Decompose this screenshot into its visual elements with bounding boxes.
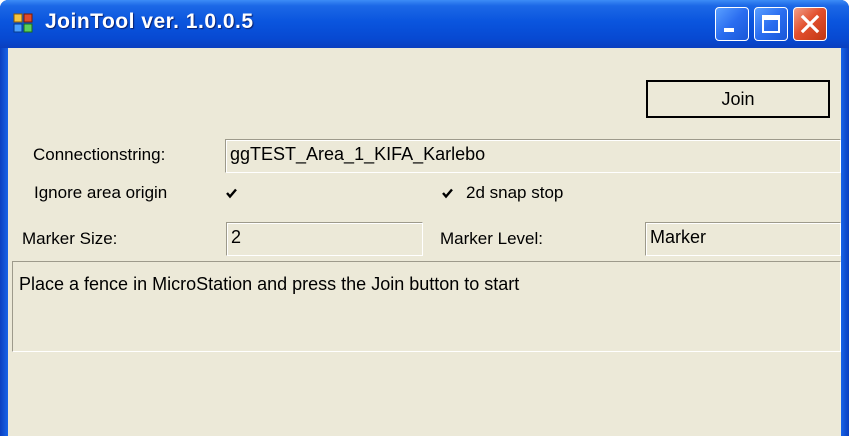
marker-level-label: Marker Level: bbox=[440, 229, 543, 248]
ignore-area-origin-checkbox[interactable] bbox=[225, 187, 238, 200]
ignore-area-origin-label: Ignore area origin bbox=[34, 183, 168, 202]
maximize-button[interactable] bbox=[754, 7, 788, 41]
maximize-icon bbox=[762, 15, 780, 33]
connectionstring-label: Connectionstring: bbox=[33, 145, 166, 164]
join-button[interactable]: Join bbox=[646, 80, 830, 118]
marker-size-label: Marker Size: bbox=[22, 229, 118, 248]
window-border-left bbox=[0, 48, 8, 436]
status-message-text: Place a fence in MicroStation and press … bbox=[19, 274, 520, 294]
snap-stop-label: 2d snap stop bbox=[466, 183, 564, 202]
marker-level-field[interactable]: Marker bbox=[645, 222, 841, 256]
window-border-right bbox=[841, 48, 849, 436]
title-bar[interactable]: JoinTool ver. 1.0.0.5 bbox=[0, 0, 849, 48]
connectionstring-field[interactable]: ggTEST_Area_1_KIFA_Karlebo bbox=[225, 139, 841, 173]
application-icon bbox=[13, 13, 33, 33]
marker-level-value: Marker bbox=[650, 227, 707, 247]
connectionstring-value: ggTEST_Area_1_KIFA_Karlebo bbox=[230, 144, 486, 164]
minimize-button[interactable] bbox=[715, 7, 749, 41]
close-icon bbox=[800, 14, 820, 34]
marker-size-value: 2 bbox=[231, 227, 242, 247]
marker-size-field[interactable]: 2 bbox=[226, 222, 423, 256]
window-title: JoinTool ver. 1.0.0.5 bbox=[45, 10, 254, 33]
close-button[interactable] bbox=[793, 7, 827, 41]
application-window: JoinTool ver. 1.0.0.5 Join Connectionstr… bbox=[0, 0, 849, 436]
status-message-box[interactable]: Place a fence in MicroStation and press … bbox=[12, 261, 841, 352]
minimize-icon bbox=[724, 28, 734, 32]
snap-stop-checkbox[interactable] bbox=[441, 187, 454, 200]
